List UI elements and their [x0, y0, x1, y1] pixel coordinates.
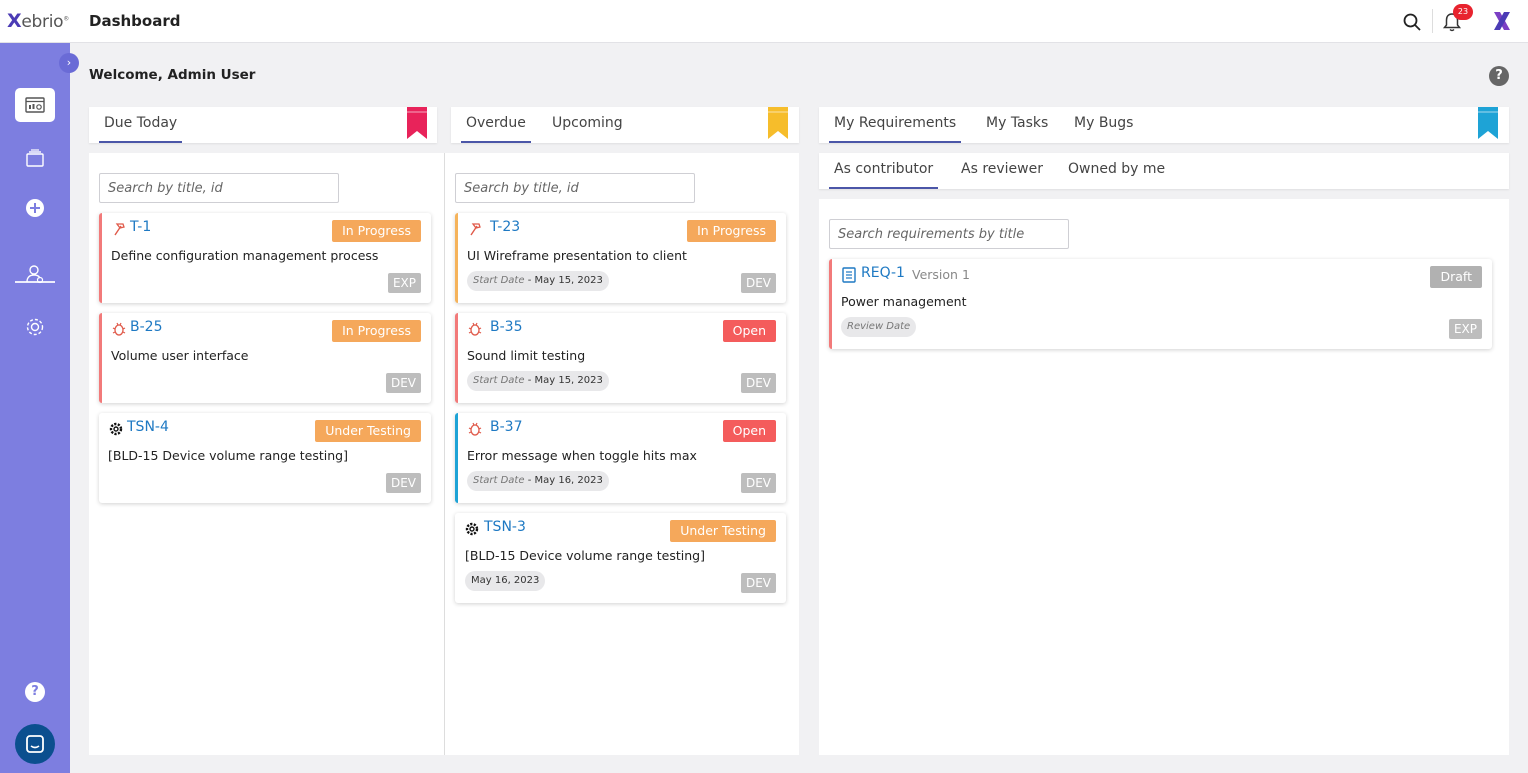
bug-card[interactable]: B-25 In Progress Volume user interface D…	[99, 313, 431, 403]
yellow-bookmark-icon	[768, 107, 788, 139]
test-card[interactable]: TSN-3 Under Testing [BLD-15 Device volum…	[455, 513, 786, 603]
test-title: [BLD-15 Device volume range testing]	[108, 448, 348, 463]
version-label: Version 1	[912, 267, 970, 282]
status-badge: Under Testing	[670, 520, 776, 542]
tab-upcoming[interactable]: Upcoming	[547, 115, 628, 143]
task-id-link[interactable]: T-1	[130, 219, 151, 235]
overdue-tabbar: Overdue Upcoming	[451, 107, 799, 143]
bug-card[interactable]: B-35 Open Sound limit testing Start Date…	[455, 313, 786, 403]
sidebar-item-add[interactable]	[15, 191, 55, 225]
due-today-tabbar: Due Today	[89, 107, 437, 143]
env-badge: DEV	[385, 473, 421, 493]
status-badge: In Progress	[332, 220, 421, 242]
env-badge: EXP	[387, 273, 421, 293]
bug-title: Sound limit testing	[467, 348, 586, 363]
chat-button[interactable]	[15, 724, 55, 764]
test-gear-icon	[465, 522, 479, 536]
review-date-chip: Review Date	[841, 317, 917, 337]
env-badge: EXP	[1448, 319, 1482, 339]
red-bookmark-icon	[407, 107, 427, 139]
top-bar: Xebrio® Dashboard 23	[0, 0, 1528, 43]
tab-my-bugs[interactable]: My Bugs	[1069, 115, 1138, 143]
task-title: Define configuration management process	[111, 248, 379, 263]
blue-bookmark-icon	[1478, 107, 1498, 139]
bug-title: Volume user interface	[111, 348, 249, 363]
start-date-chip: Start Date - May 16, 2023	[467, 471, 609, 491]
notification-badge[interactable]: 23	[1453, 4, 1473, 20]
env-badge: DEV	[385, 373, 421, 393]
status-badge: Open	[722, 420, 776, 442]
date-chip: May 16, 2023	[465, 571, 546, 591]
requirements-tabbar: My Requirements My Tasks My Bugs	[819, 107, 1509, 143]
sidebar: ?	[0, 43, 70, 773]
requirement-card[interactable]: REQ-1 Version 1 Draft Power management R…	[829, 259, 1492, 349]
overdue-search-input[interactable]: Search by title, id	[455, 173, 695, 203]
top-divider	[1432, 9, 1433, 33]
bug-icon	[468, 422, 482, 436]
status-badge: Open	[722, 320, 776, 342]
bug-card[interactable]: B-37 Open Error message when toggle hits…	[455, 413, 786, 503]
sidebar-item-settings[interactable]	[15, 310, 55, 344]
dashboard-icon	[25, 97, 45, 113]
bug-title: Error message when toggle hits max	[467, 448, 697, 463]
task-id-link[interactable]: T-23	[490, 219, 520, 235]
bug-icon	[468, 322, 482, 336]
env-badge: DEV	[740, 373, 776, 393]
requirement-title: Power management	[841, 294, 967, 309]
test-card[interactable]: TSN-4 Under Testing [BLD-15 Device volum…	[99, 413, 431, 503]
tab-as-contributor[interactable]: As contributor	[829, 161, 939, 189]
tab-due-today[interactable]: Due Today	[99, 115, 183, 143]
test-id-link[interactable]: TSN-4	[127, 419, 169, 435]
start-date-chip: Start Date - May 15, 2023	[467, 271, 609, 291]
test-id-link[interactable]: TSN-3	[484, 519, 526, 535]
task-card[interactable]: T-23 In Progress UI Wireframe presentati…	[455, 213, 786, 303]
sidebar-item-users[interactable]	[15, 257, 55, 291]
add-icon	[26, 199, 44, 217]
requirements-subtabbar: As contributor As reviewer Owned by me	[819, 153, 1509, 189]
bug-id-link[interactable]: B-37	[490, 419, 522, 435]
status-badge: In Progress	[687, 220, 776, 242]
requirements-search-input[interactable]: Search requirements by title	[829, 219, 1069, 249]
page-title: Dashboard	[89, 12, 181, 30]
task-card[interactable]: T-1 In Progress Define configuration man…	[99, 213, 431, 303]
tab-my-requirements[interactable]: My Requirements	[829, 115, 962, 143]
xebrio-logo[interactable]: Xebrio®	[7, 10, 69, 32]
env-badge: DEV	[740, 273, 776, 293]
status-badge: Under Testing	[315, 420, 421, 442]
requirement-id-link[interactable]: REQ-1	[861, 265, 905, 281]
projects-icon	[26, 149, 44, 167]
status-badge: Draft	[1430, 266, 1482, 288]
tab-as-reviewer[interactable]: As reviewer	[956, 161, 1048, 189]
tab-my-tasks[interactable]: My Tasks	[981, 115, 1053, 143]
test-title: [BLD-15 Device volume range testing]	[465, 548, 705, 563]
sidebar-item-dashboard[interactable]	[15, 88, 55, 122]
user-avatar-x-icon[interactable]	[1490, 9, 1514, 33]
help-icon[interactable]: ?	[1489, 66, 1509, 86]
bug-id-link[interactable]: B-25	[130, 319, 162, 335]
bug-icon	[112, 322, 126, 336]
tab-overdue[interactable]: Overdue	[461, 115, 531, 143]
status-badge: In Progress	[332, 320, 421, 342]
task-title: UI Wireframe presentation to client	[467, 248, 687, 263]
help-icon[interactable]: ?	[25, 682, 45, 702]
sidebar-expand-button[interactable]: ›	[59, 53, 79, 73]
users-icon	[26, 265, 44, 284]
chat-icon	[26, 735, 44, 753]
env-badge: DEV	[740, 473, 776, 493]
bug-id-link[interactable]: B-35	[490, 319, 522, 335]
tab-owned-by-me[interactable]: Owned by me	[1063, 161, 1170, 189]
start-date-chip: Start Date - May 15, 2023	[467, 371, 609, 391]
env-badge: DEV	[740, 573, 776, 593]
hammer-icon	[114, 223, 125, 236]
welcome-message: Welcome, Admin User	[89, 67, 256, 83]
sidebar-item-projects[interactable]	[15, 141, 55, 175]
hammer-icon	[470, 223, 481, 236]
document-icon	[842, 267, 856, 283]
due-today-search-input[interactable]: Search by title, id	[99, 173, 339, 203]
search-icon[interactable]	[1402, 12, 1422, 32]
settings-icon	[26, 318, 44, 336]
test-gear-icon	[109, 422, 123, 436]
